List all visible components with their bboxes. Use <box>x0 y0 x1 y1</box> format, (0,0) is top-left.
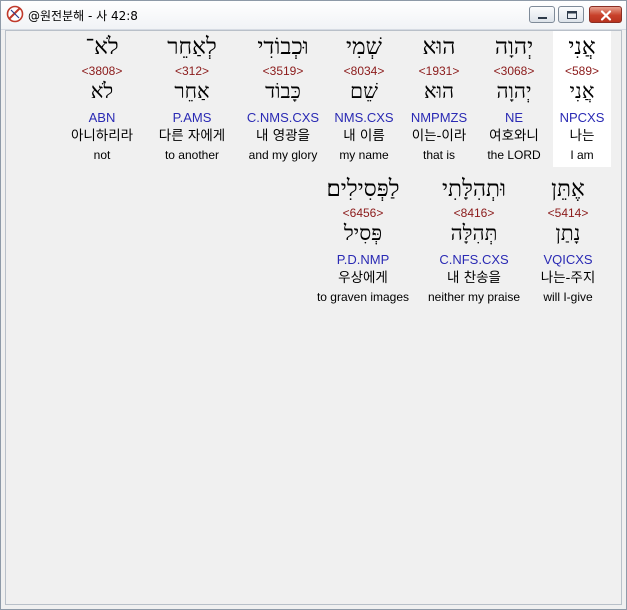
word-card[interactable]: וּכְבוֹדִי <3519> כָּבוֹד C.NMS.CXS 내 영광… <box>238 31 328 167</box>
lemma-word: נָתַן <box>555 221 581 245</box>
word-card[interactable]: לֹא־ <3808> לֹא ABN 아니하리라 not <box>62 31 142 167</box>
strong-number[interactable]: <3519> <box>238 64 328 78</box>
strong-number[interactable]: <8416> <box>419 206 529 220</box>
parsing-code: NMPMZS <box>410 110 468 125</box>
parsing-code: P.D.NMP <box>336 252 390 267</box>
strong-number[interactable]: <5414> <box>536 206 600 220</box>
hebrew-word: אֲנִי <box>568 34 596 60</box>
strong-number[interactable]: <3808> <box>62 64 142 78</box>
parsing-code: ABN <box>88 110 116 125</box>
word-card[interactable]: לַפְּסִילִים׃ <6456> פְּסִיל P.D.NMP 우상에… <box>310 173 416 309</box>
lemma-word: אֲנִי <box>569 79 595 103</box>
hebrew-word: יְהוָה <box>494 34 534 60</box>
korean-gloss: 다른 자에게 <box>158 128 226 144</box>
maximize-icon <box>567 11 577 19</box>
minimize-button[interactable] <box>529 6 555 23</box>
strong-number[interactable]: <6456> <box>310 206 416 220</box>
app-window: @원전분해 - 사 42:8 אֲנִי <589> אֲנִי NPCXS 나… <box>0 0 627 610</box>
parsing-code: NMS.CXS <box>334 110 394 125</box>
korean-gloss: 우상에게 <box>338 270 388 286</box>
lemma-word: כָּבוֹד <box>265 79 301 103</box>
english-gloss: I am <box>570 148 594 162</box>
hebrew-word: וּכְבוֹדִי <box>257 34 309 60</box>
english-gloss: neither my praise <box>427 290 521 304</box>
hebrew-word: לַפְּסִילִים׃ <box>326 176 400 202</box>
word-card[interactable]: לְאַחֵר <312> אַחֵר P.AMS 다른 자에게 to anot… <box>151 31 233 167</box>
parsing-code: C.NMS.CXS <box>246 110 320 125</box>
analysis-panel[interactable]: אֲנִי <589> אֲנִי NPCXS 나는 I am יְהוָה <… <box>5 30 622 605</box>
english-gloss: my name <box>339 148 389 162</box>
english-gloss: will I-give <box>543 290 593 304</box>
korean-gloss: 나는-주지 <box>540 270 596 286</box>
strong-number[interactable]: <8034> <box>326 64 402 78</box>
korean-gloss: 내 찬송을 <box>447 270 501 286</box>
lemma-word: הוּא <box>423 79 455 103</box>
hebrew-word: הוּא <box>422 34 456 60</box>
lemma-word: לֹא <box>90 79 114 103</box>
korean-gloss: 아니하리라 <box>70 128 134 144</box>
word-card[interactable]: יְהוָה <3068> יְהוָה NE 여호와니 the LORD <box>478 31 550 167</box>
window-title: @원전분해 - 사 42:8 <box>28 9 138 23</box>
english-gloss: to graven images <box>316 290 410 304</box>
lemma-word: יְהוָה <box>496 79 532 103</box>
close-icon <box>600 10 612 21</box>
parsing-code: C.NFS.CXS <box>439 252 509 267</box>
word-card[interactable]: אֶתֵּן <5414> נָתַן VQICXS 나는-주지 will I-… <box>536 173 600 309</box>
strong-number[interactable]: <312> <box>151 64 233 78</box>
parsing-code: NE <box>504 110 524 125</box>
hebrew-word: לְאַחֵר <box>167 34 217 60</box>
word-card[interactable]: וּתְהִלָּתִי <8416> תְּהִלָּה C.NFS.CXS … <box>419 173 529 309</box>
lemma-word: שֵׁם <box>350 79 378 103</box>
korean-gloss: 내 이름 <box>343 128 385 144</box>
app-logo-icon[interactable] <box>6 5 24 23</box>
hebrew-word: שְׁמִי <box>346 34 382 60</box>
strong-number[interactable]: <3068> <box>478 64 550 78</box>
strong-number[interactable]: <1931> <box>401 64 477 78</box>
parsing-code: NPCXS <box>559 110 605 125</box>
korean-gloss: 이는-이라 <box>411 128 467 144</box>
hebrew-word: אֶתֵּן <box>551 176 585 202</box>
english-gloss: the LORD <box>487 148 541 162</box>
parsing-code: P.AMS <box>172 110 212 125</box>
english-gloss: not <box>93 148 111 162</box>
title-bar[interactable]: @원전분해 - 사 42:8 <box>1 1 626 30</box>
hebrew-word: לֹא־ <box>85 34 119 60</box>
lemma-word: תְּהִלָּה <box>450 221 498 245</box>
word-card[interactable]: הוּא <1931> הוּא NMPMZS 이는-이라 that is <box>401 31 477 167</box>
word-card[interactable]: שְׁמִי <8034> שֵׁם NMS.CXS 내 이름 my name <box>326 31 402 167</box>
lemma-word: פְּסִיל <box>343 221 383 245</box>
parsing-code: VQICXS <box>543 252 593 267</box>
english-gloss: to another <box>164 148 220 162</box>
korean-gloss: 나는 <box>569 128 595 144</box>
english-gloss: that is <box>422 148 455 162</box>
korean-gloss: 여호와니 <box>489 128 539 144</box>
lemma-word: אַחֵר <box>174 79 210 103</box>
english-gloss: and my glory <box>248 148 318 162</box>
word-card[interactable]: אֲנִי <589> אֲנִי NPCXS 나는 I am <box>553 31 611 167</box>
hebrew-word: וּתְהִלָּתִי <box>442 176 506 202</box>
strong-number[interactable]: <589> <box>553 64 611 78</box>
close-button[interactable] <box>589 6 622 23</box>
korean-gloss: 내 영광을 <box>256 128 310 144</box>
minimize-icon <box>538 17 547 19</box>
maximize-button[interactable] <box>558 6 584 23</box>
